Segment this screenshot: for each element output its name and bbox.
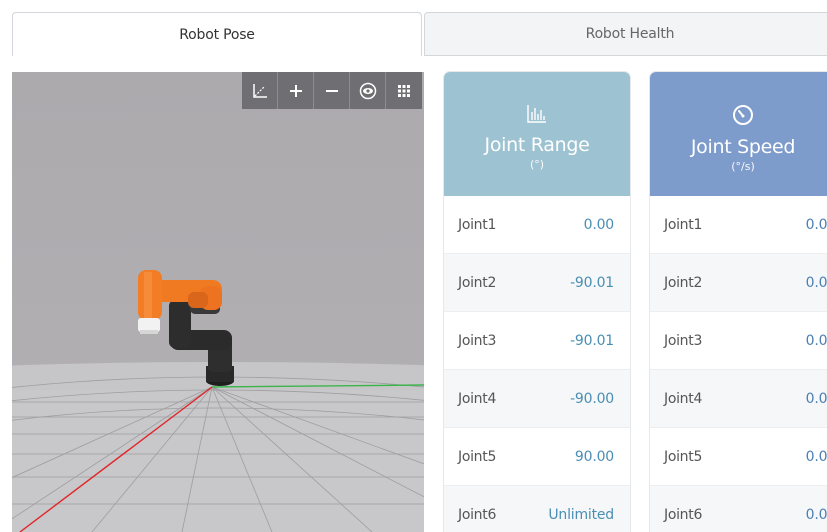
joint-label: Joint3 [458, 332, 497, 349]
eye-icon[interactable] [350, 72, 386, 109]
table-row: Joint6 0.00 [650, 486, 827, 532]
joint-range-panel: Joint Range (°) Joint1 0.00 Joint2 -90.01 … [444, 72, 630, 532]
joint-speed-value: 0.00 [805, 506, 827, 523]
joint-speed-panel: Joint Speed (°/s) Joint1 0.00 Joint2 0.00 … [650, 72, 827, 532]
table-row: Joint4 -90.00 [444, 370, 630, 428]
joint-speed-value: 0.00 [805, 332, 827, 349]
joint-speed-title: Joint Speed [690, 136, 796, 158]
zoom-in-icon[interactable] [278, 72, 314, 109]
joint-range-list: Joint1 0.00 Joint2 -90.01 Joint3 -90.01 Joi… [444, 196, 630, 532]
joint-range-value: Unlimited [548, 506, 614, 523]
table-row: Joint4 0.00 [650, 370, 827, 428]
joint-label: Joint1 [664, 216, 703, 233]
joint-label: Joint4 [458, 390, 497, 407]
joint-label: Joint6 [664, 506, 703, 523]
robot-3d-viewer[interactable] [12, 72, 424, 532]
joint-label: Joint2 [458, 274, 497, 291]
joint-label: Joint3 [664, 332, 703, 349]
table-row: Joint3 0.00 [650, 312, 827, 370]
table-row: Joint2 -90.01 [444, 254, 630, 312]
axes-icon[interactable] [242, 72, 278, 109]
joint-range-value: 0.00 [583, 216, 615, 233]
joint-speed-list: Joint1 0.00 Joint2 0.00 Joint3 0.00 Joint4 0… [650, 196, 827, 532]
viewer-toolbar [242, 72, 422, 109]
joint-label: Joint5 [664, 448, 703, 465]
joint-speed-header: Joint Speed (°/s) [650, 72, 827, 196]
zoom-out-icon[interactable] [314, 72, 350, 109]
speedometer-icon [732, 104, 754, 130]
tab-divider [424, 55, 827, 56]
floor-plane [12, 390, 424, 532]
table-row: Joint6 Unlimited [444, 486, 630, 532]
joint-range-value: 90.00 [574, 448, 614, 465]
table-row: Joint2 0.00 [650, 254, 827, 312]
joint-range-value: -90.01 [570, 274, 614, 291]
table-row: Joint1 0.00 [444, 196, 630, 254]
bar-chart-icon [526, 104, 548, 128]
joint-label: Joint5 [458, 448, 497, 465]
joint-label: Joint1 [458, 216, 497, 233]
joint-label: Joint4 [664, 390, 703, 407]
joint-range-unit: (°) [529, 158, 545, 171]
joint-label: Joint6 [458, 506, 497, 523]
table-row: Joint5 0.00 [650, 428, 827, 486]
joint-range-value: -90.01 [570, 332, 614, 349]
tab-robot-pose[interactable]: Robot Pose [12, 12, 422, 56]
table-row: Joint3 -90.01 [444, 312, 630, 370]
tab-robot-health[interactable]: Robot Health [424, 12, 827, 56]
joint-speed-value: 0.00 [805, 216, 827, 233]
joint-range-value: -90.00 [570, 390, 614, 407]
joint-speed-unit: (°/s) [731, 160, 755, 173]
joint-speed-value: 0.00 [805, 448, 827, 465]
robot-scene [12, 270, 424, 532]
joint-label: Joint2 [664, 274, 703, 291]
joint-range-title: Joint Range [484, 134, 590, 156]
joint-speed-value: 0.00 [805, 274, 827, 291]
joint-range-header: Joint Range (°) [444, 72, 630, 196]
table-row: Joint5 90.00 [444, 428, 630, 486]
joint-speed-value: 0.00 [805, 390, 827, 407]
grid-icon[interactable] [386, 72, 422, 109]
table-row: Joint1 0.00 [650, 196, 827, 254]
